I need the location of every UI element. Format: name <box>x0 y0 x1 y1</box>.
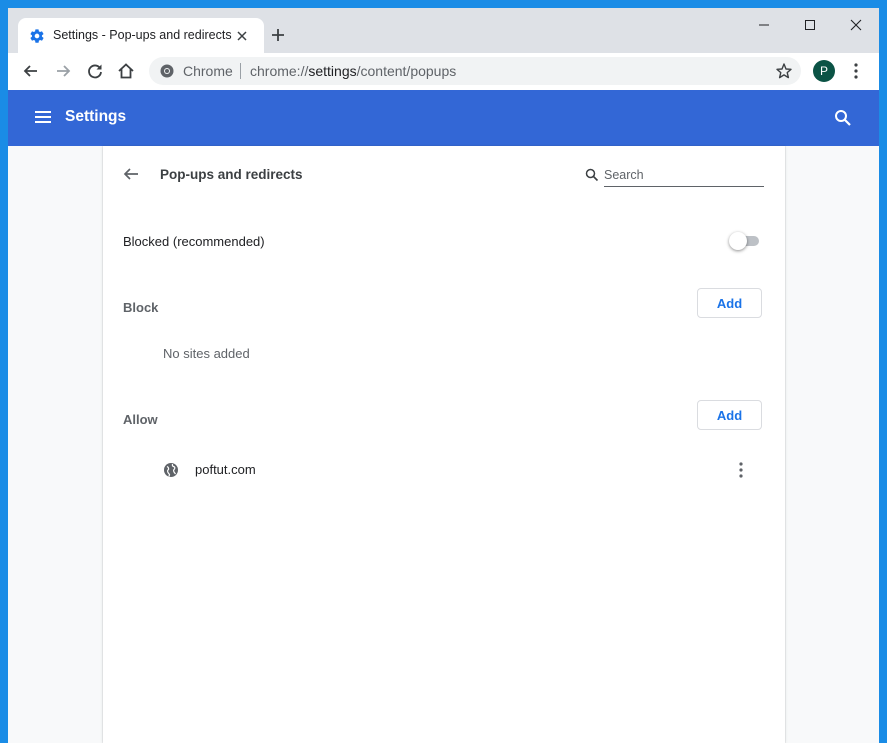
blocked-toggle[interactable] <box>729 232 761 250</box>
blocked-label: Blocked (recommended) <box>123 234 265 249</box>
site-name: poftut.com <box>195 462 256 477</box>
settings-title: Settings <box>65 108 127 125</box>
url-path: /content/popups <box>356 63 457 79</box>
settings-card: Pop-ups and redirects Blocked (recommend… <box>103 146 785 743</box>
window-close-button[interactable] <box>833 8 879 42</box>
omnibox-chip: Chrome <box>183 63 233 79</box>
browser-toolbar: Chrome chrome://settings/content/popups … <box>8 53 879 91</box>
allow-section-label: Allow <box>123 412 158 427</box>
back-icon[interactable] <box>21 61 41 81</box>
profile-avatar[interactable]: P <box>813 60 835 82</box>
url-text: chrome://settings/content/popups <box>250 63 456 79</box>
hamburger-menu-icon[interactable] <box>34 108 52 126</box>
bookmark-star-icon[interactable] <box>775 62 793 80</box>
more-vert-icon[interactable] <box>848 62 864 80</box>
list-item: poftut.com <box>103 450 785 490</box>
url-host: settings <box>308 63 357 79</box>
maximize-icon <box>805 20 815 30</box>
page-title: Pop-ups and redirects <box>160 167 303 182</box>
close-tab-icon[interactable] <box>235 29 249 43</box>
close-icon <box>850 19 862 31</box>
search-icon <box>585 168 599 182</box>
search-icon[interactable] <box>834 109 852 127</box>
home-icon[interactable] <box>116 61 136 81</box>
back-arrow-icon[interactable] <box>122 165 140 183</box>
chrome-icon <box>160 64 174 78</box>
maximize-button[interactable] <box>787 8 833 42</box>
tab-title: Settings - Pop-ups and redirects <box>53 28 232 42</box>
minimize-button[interactable] <box>741 8 787 42</box>
more-actions-icon[interactable] <box>733 460 749 480</box>
block-empty-text: No sites added <box>163 346 250 361</box>
address-bar[interactable]: Chrome chrome://settings/content/popups <box>149 57 801 85</box>
gear-icon <box>30 29 44 43</box>
settings-header: Settings <box>8 90 879 146</box>
toggle-knob <box>729 232 747 250</box>
forward-icon[interactable] <box>53 61 73 81</box>
search-input[interactable] <box>604 164 764 187</box>
tab-settings[interactable]: Settings - Pop-ups and redirects <box>18 18 264 53</box>
title-bar: Settings - Pop-ups and redirects <box>8 8 879 53</box>
url-scheme: chrome:// <box>250 63 309 79</box>
settings-search <box>585 164 765 188</box>
omnibox-separator <box>240 63 241 79</box>
reload-icon[interactable] <box>85 61 105 81</box>
browser-window: Settings - Pop-ups and redirects Chrome … <box>8 8 879 743</box>
block-add-button[interactable]: Add <box>697 288 762 318</box>
globe-icon <box>164 463 178 477</box>
allow-add-button[interactable]: Add <box>697 400 762 430</box>
minimize-icon <box>759 24 769 26</box>
block-section-label: Block <box>123 300 159 315</box>
new-tab-icon[interactable] <box>270 27 286 43</box>
